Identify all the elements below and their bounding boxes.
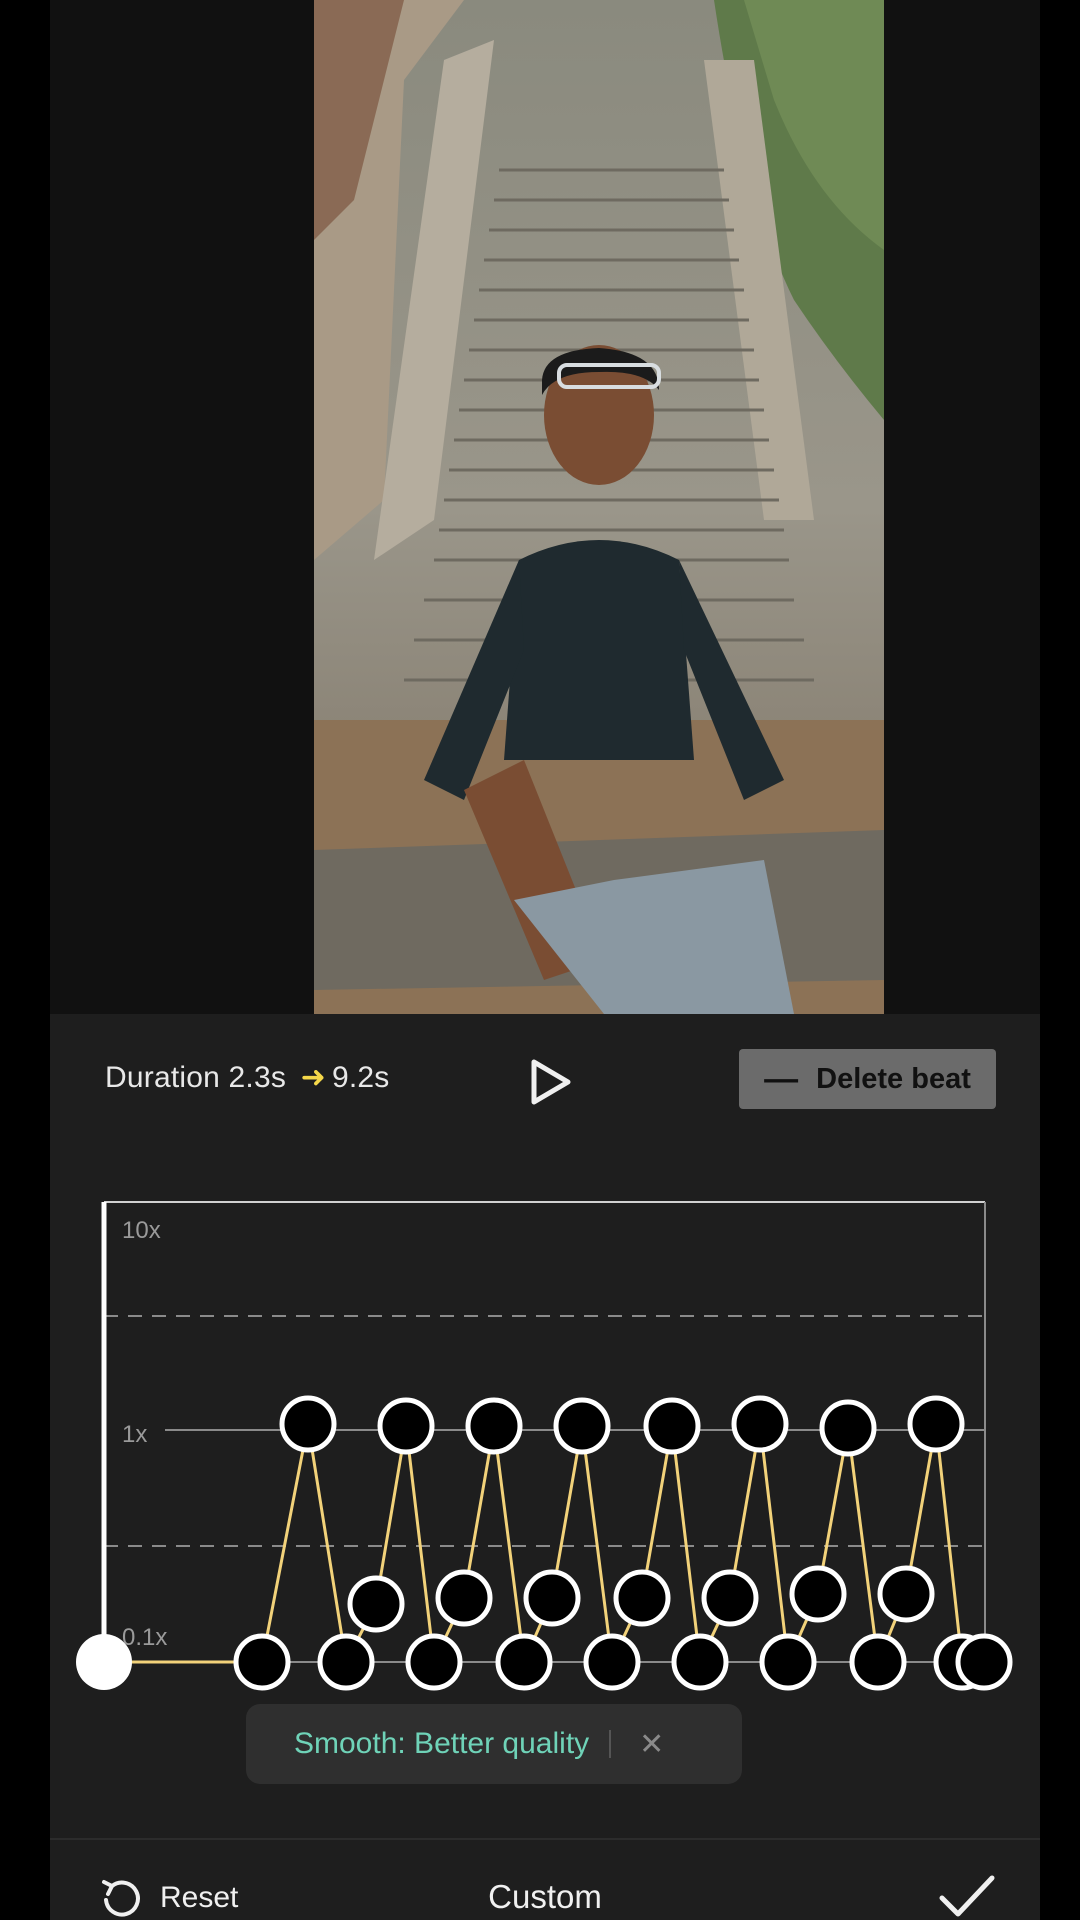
beat-point[interactable] [789, 1565, 847, 1623]
play-button[interactable] [522, 1054, 578, 1110]
smooth-quality-message: Smooth: Better quality [294, 1727, 590, 1760]
beat-point[interactable] [435, 1569, 493, 1627]
beat-point[interactable] [405, 1633, 463, 1691]
beat-point[interactable] [819, 1399, 877, 1457]
beat-point[interactable] [583, 1633, 641, 1691]
beat-point[interactable] [643, 1397, 701, 1455]
reset-button[interactable]: Reset [98, 1876, 238, 1920]
speed-curve-editor: Duration 2.3s ➜ 9.2s — Delete beat 10x 1x… [0, 0, 1080, 1920]
beat-point[interactable] [233, 1633, 291, 1691]
beat-point[interactable] [759, 1633, 817, 1691]
beat-point[interactable] [955, 1633, 1013, 1691]
bottom-bar-divider [50, 1838, 1040, 1840]
toast-divider [609, 1730, 612, 1758]
reset-label: Reset [160, 1881, 239, 1914]
beat-point[interactable] [731, 1395, 789, 1453]
preview-area [50, 0, 1040, 1014]
duration-from: 2.3s [228, 1061, 287, 1094]
delete-beat-button[interactable]: — Delete beat [739, 1049, 996, 1109]
beat-point[interactable] [907, 1395, 965, 1453]
beat-point[interactable] [849, 1633, 907, 1691]
playhead-handle[interactable] [76, 1634, 132, 1690]
beat-point[interactable] [495, 1633, 553, 1691]
confirm-button[interactable] [936, 1870, 996, 1920]
arrow-icon: ➜ [300, 1061, 326, 1094]
play-icon [531, 1059, 571, 1105]
close-icon[interactable]: ✕ [639, 1727, 664, 1762]
beat-point[interactable] [347, 1575, 405, 1633]
beat-point[interactable] [877, 1565, 935, 1623]
beat-point[interactable] [613, 1569, 671, 1627]
beat-point[interactable] [465, 1397, 523, 1455]
video-thumbnail-image [314, 0, 884, 1014]
beat-point[interactable] [553, 1397, 611, 1455]
minus-icon: — [764, 1059, 799, 1098]
undo-icon [102, 1880, 140, 1917]
beat-point[interactable] [671, 1633, 729, 1691]
beat-point[interactable] [377, 1397, 435, 1455]
smooth-quality-toast: Smooth: Better quality ✕ [246, 1704, 742, 1784]
beat-point[interactable] [317, 1633, 375, 1691]
curve-mode-title: Custom [488, 1878, 602, 1915]
speed-editor-panel: Duration 2.3s ➜ 9.2s — Delete beat [50, 1014, 1040, 1920]
check-icon [939, 1875, 995, 1917]
video-preview[interactable] [314, 0, 884, 1014]
duration-label: Duration [105, 1061, 220, 1094]
beat-point[interactable] [279, 1395, 337, 1453]
beat-point[interactable] [523, 1569, 581, 1627]
delete-beat-label: Delete beat [816, 1062, 971, 1095]
beat-point[interactable] [701, 1569, 759, 1627]
duration-readout: Duration 2.3s ➜ 9.2s [105, 1060, 389, 1095]
duration-to: 9.2s [331, 1061, 390, 1094]
